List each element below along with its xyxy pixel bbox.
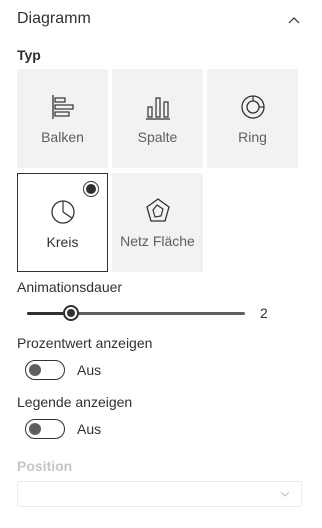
- animation-duration-value: 2: [260, 305, 268, 321]
- slider-thumb[interactable]: [62, 305, 79, 321]
- chart-type-label: Spalte: [137, 129, 178, 145]
- panel-title: Diagramm: [17, 10, 91, 27]
- chart-type-tile-pie[interactable]: Kreis: [17, 173, 108, 272]
- column-chart-icon: [144, 93, 172, 121]
- animation-duration-label: Animationsdauer: [17, 279, 123, 295]
- pie-chart-icon: [49, 198, 77, 226]
- chart-type-label: Balken: [41, 129, 84, 145]
- toggle-knob: [29, 423, 41, 435]
- chart-type-tile-bar[interactable]: Balken: [17, 69, 108, 168]
- toggle-knob: [29, 364, 41, 376]
- bar-chart-icon: [49, 93, 77, 121]
- donut-chart-icon: [239, 93, 267, 121]
- show-legend-state: Aus: [77, 421, 102, 437]
- show-percent-state: Aus: [77, 362, 102, 378]
- position-dropdown[interactable]: [17, 481, 302, 507]
- radar-chart-icon: [144, 197, 172, 225]
- show-percent-label: Prozentwert anzeigen: [17, 335, 153, 351]
- type-section-label: Typ: [17, 47, 41, 63]
- selected-indicator: [83, 181, 99, 197]
- show-legend-label: Legende anzeigen: [17, 394, 133, 410]
- show-percent-toggle[interactable]: [25, 360, 65, 380]
- chevron-up-icon: [288, 17, 300, 24]
- panel-header: Diagramm: [0, 0, 322, 40]
- chart-type-tile-radar[interactable]: Netz Fläche: [112, 173, 203, 272]
- chevron-down-icon: [279, 488, 291, 500]
- chart-type-label: Netz Fläche: [120, 233, 195, 249]
- chart-type-label: Kreis: [46, 234, 79, 250]
- collapse-button[interactable]: [281, 8, 307, 32]
- chart-type-tile-donut[interactable]: Ring: [207, 69, 298, 168]
- chart-type-label: Ring: [238, 129, 267, 145]
- position-label: Position: [17, 458, 73, 474]
- animation-duration-slider[interactable]: [27, 302, 245, 324]
- chart-type-tile-column[interactable]: Spalte: [112, 69, 203, 168]
- show-legend-toggle[interactable]: [25, 419, 65, 439]
